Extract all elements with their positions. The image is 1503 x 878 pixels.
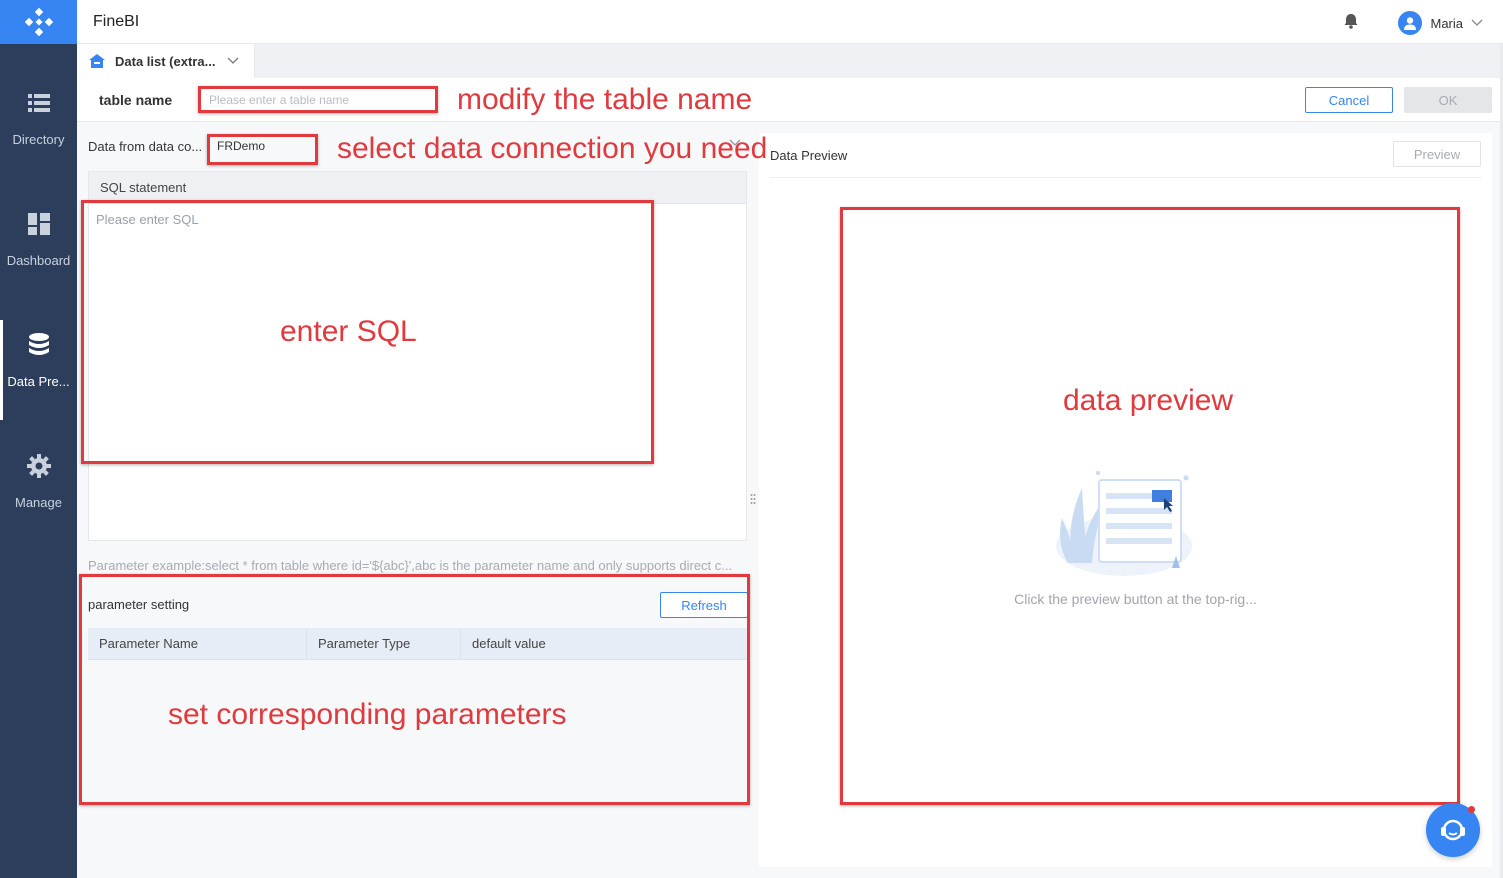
sidebar-item-dashboard[interactable]: Dashboard [0, 199, 77, 299]
user-menu[interactable]: Maria [1398, 11, 1483, 35]
annotation-preview: data preview [1063, 384, 1234, 417]
sidebar-item-manage[interactable]: Manage [0, 441, 77, 541]
tab-label: Data list (extra... [115, 53, 216, 69]
annotation-parameters: set corresponding parameters [168, 698, 567, 731]
top-bar: FineBI Maria [77, 0, 1503, 44]
data-preview-title: Data Preview [770, 148, 848, 163]
finebi-logo-icon [24, 7, 53, 37]
gear-icon [26, 451, 51, 481]
panel-resize-handle[interactable] [750, 492, 756, 508]
ok-button[interactable]: OK [1404, 87, 1492, 113]
sidebar-item-label: Directory [12, 132, 65, 147]
annotation-box-preview [840, 207, 1460, 805]
tab-bar: Data list (extra... [77, 44, 1503, 78]
sidebar-item-label: Dashboard [6, 253, 71, 268]
dashboard-icon [27, 209, 50, 239]
annotation-box-connection [207, 134, 318, 165]
annotation-connection: select data connection you need [337, 132, 768, 165]
divider [770, 177, 1481, 178]
chevron-down-icon [1471, 19, 1483, 26]
annotation-box-table-name [198, 86, 438, 113]
user-name: Maria [1430, 15, 1463, 31]
parameter-example-hint: Parameter example:select * from table wh… [88, 558, 733, 573]
sidebar-item-directory[interactable]: Directory [0, 78, 77, 178]
annotation-sql: enter SQL [280, 315, 417, 348]
app-title: FineBI [93, 13, 140, 30]
table-name-label: table name [99, 92, 173, 108]
annotation-table-name: modify the table name [457, 83, 753, 116]
sidebar-item-label: Manage [15, 495, 62, 510]
cancel-button[interactable]: Cancel [1305, 87, 1393, 113]
sidebar-item-label: Data Pre... [7, 374, 70, 389]
home-icon [89, 54, 105, 68]
list-icon [27, 88, 50, 118]
database-icon [28, 330, 50, 360]
logo[interactable] [0, 0, 77, 44]
tab-data-list[interactable]: Data list (extra... [77, 44, 255, 78]
sidebar: Directory Dashboard Data Pre... Manage [0, 0, 77, 878]
annotation-box-parameters [79, 574, 750, 805]
bell-icon[interactable] [1344, 14, 1358, 32]
sidebar-item-data-preparation[interactable]: Data Pre... [0, 320, 77, 420]
notification-dot [1468, 806, 1475, 813]
chevron-down-icon[interactable] [227, 57, 239, 65]
data-connection-label: Data from data co... [88, 139, 203, 154]
preview-button[interactable]: Preview [1393, 141, 1481, 167]
headset-icon [1441, 819, 1465, 841]
avatar [1398, 11, 1423, 35]
